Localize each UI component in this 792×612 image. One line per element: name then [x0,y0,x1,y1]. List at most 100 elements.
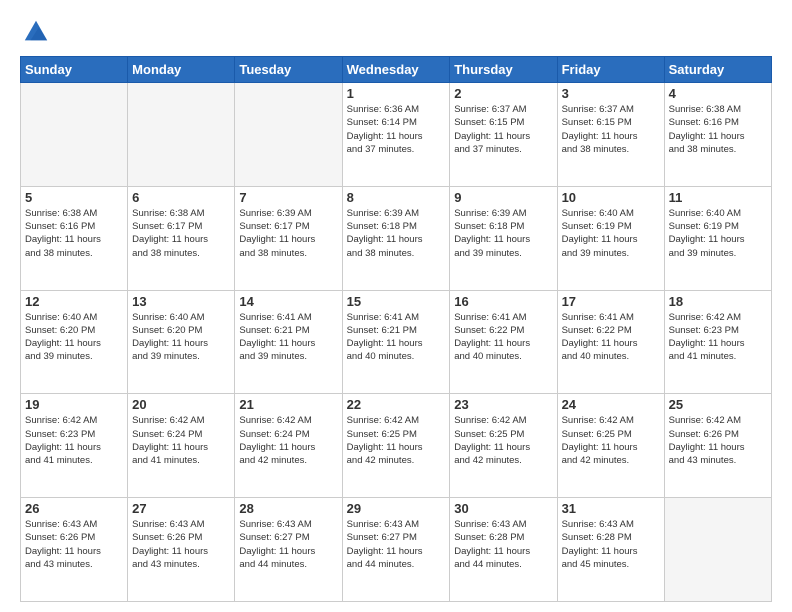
day-number: 18 [669,294,767,309]
logo-icon [22,18,50,46]
calendar-cell: 28 Sunrise: 6:43 AMSunset: 6:27 PMDayligh… [235,498,342,602]
calendar-cell: 11 Sunrise: 6:40 AMSunset: 6:19 PMDayligh… [664,186,771,290]
calendar-header-tuesday: Tuesday [235,57,342,83]
calendar-cell: 5 Sunrise: 6:38 AMSunset: 6:16 PMDaylight… [21,186,128,290]
day-number: 2 [454,86,552,101]
calendar-cell: 21 Sunrise: 6:42 AMSunset: 6:24 PMDayligh… [235,394,342,498]
day-info: Sunrise: 6:43 AMSunset: 6:27 PMDaylight:… [347,518,446,571]
calendar-cell [664,498,771,602]
day-info: Sunrise: 6:39 AMSunset: 6:17 PMDaylight:… [239,207,337,260]
calendar-table: SundayMondayTuesdayWednesdayThursdayFrid… [20,56,772,602]
day-info: Sunrise: 6:43 AMSunset: 6:26 PMDaylight:… [132,518,230,571]
day-number: 25 [669,397,767,412]
calendar-header-friday: Friday [557,57,664,83]
calendar-week-row: 1 Sunrise: 6:36 AMSunset: 6:14 PMDaylight… [21,83,772,187]
day-info: Sunrise: 6:42 AMSunset: 6:25 PMDaylight:… [562,414,660,467]
day-info: Sunrise: 6:40 AMSunset: 6:19 PMDaylight:… [562,207,660,260]
calendar-cell: 6 Sunrise: 6:38 AMSunset: 6:17 PMDaylight… [128,186,235,290]
calendar-cell [235,83,342,187]
calendar-cell: 31 Sunrise: 6:43 AMSunset: 6:28 PMDayligh… [557,498,664,602]
calendar-cell: 2 Sunrise: 6:37 AMSunset: 6:15 PMDaylight… [450,83,557,187]
day-number: 13 [132,294,230,309]
day-number: 3 [562,86,660,101]
day-number: 15 [347,294,446,309]
day-number: 19 [25,397,123,412]
calendar-header-sunday: Sunday [21,57,128,83]
calendar-cell: 12 Sunrise: 6:40 AMSunset: 6:20 PMDayligh… [21,290,128,394]
calendar-cell: 15 Sunrise: 6:41 AMSunset: 6:21 PMDayligh… [342,290,450,394]
day-info: Sunrise: 6:43 AMSunset: 6:28 PMDaylight:… [454,518,552,571]
day-number: 12 [25,294,123,309]
calendar-cell: 25 Sunrise: 6:42 AMSunset: 6:26 PMDayligh… [664,394,771,498]
day-info: Sunrise: 6:40 AMSunset: 6:20 PMDaylight:… [132,311,230,364]
day-info: Sunrise: 6:36 AMSunset: 6:14 PMDaylight:… [347,103,446,156]
day-info: Sunrise: 6:38 AMSunset: 6:16 PMDaylight:… [669,103,767,156]
day-number: 7 [239,190,337,205]
day-number: 4 [669,86,767,101]
calendar-cell: 8Sunrise: 6:39 AMSunset: 6:18 PMDaylight… [342,186,450,290]
calendar-cell: 24 Sunrise: 6:42 AMSunset: 6:25 PMDayligh… [557,394,664,498]
calendar-cell: 29 Sunrise: 6:43 AMSunset: 6:27 PMDayligh… [342,498,450,602]
day-number: 16 [454,294,552,309]
day-info: Sunrise: 6:42 AMSunset: 6:25 PMDaylight:… [454,414,552,467]
day-number: 24 [562,397,660,412]
day-info: Sunrise: 6:42 AMSunset: 6:26 PMDaylight:… [669,414,767,467]
calendar-header-saturday: Saturday [664,57,771,83]
calendar-cell: 3 Sunrise: 6:37 AMSunset: 6:15 PMDaylight… [557,83,664,187]
calendar-header-monday: Monday [128,57,235,83]
day-info: Sunrise: 6:39 AMSunset: 6:18 PMDaylight:… [454,207,552,260]
day-number: 23 [454,397,552,412]
day-number: 31 [562,501,660,516]
day-info: Sunrise: 6:41 AMSunset: 6:22 PMDaylight:… [454,311,552,364]
day-info: Sunrise: 6:39 AMSunset: 6:18 PMDaylight:… [347,207,446,260]
day-info: Sunrise: 6:38 AMSunset: 6:16 PMDaylight:… [25,207,123,260]
day-info: Sunrise: 6:41 AMSunset: 6:21 PMDaylight:… [239,311,337,364]
calendar-cell: 19 Sunrise: 6:42 AMSunset: 6:23 PMDayligh… [21,394,128,498]
day-info: Sunrise: 6:38 AMSunset: 6:17 PMDaylight:… [132,207,230,260]
calendar-cell: 17 Sunrise: 6:41 AMSunset: 6:22 PMDayligh… [557,290,664,394]
day-info: Sunrise: 6:42 AMSunset: 6:23 PMDaylight:… [669,311,767,364]
day-number: 6 [132,190,230,205]
day-info: Sunrise: 6:37 AMSunset: 6:15 PMDaylight:… [454,103,552,156]
calendar-cell [128,83,235,187]
day-number: 21 [239,397,337,412]
calendar-cell: 10Sunrise: 6:40 AMSunset: 6:19 PMDayligh… [557,186,664,290]
calendar-cell: 9Sunrise: 6:39 AMSunset: 6:18 PMDaylight… [450,186,557,290]
calendar-cell: 23 Sunrise: 6:42 AMSunset: 6:25 PMDayligh… [450,394,557,498]
day-info: Sunrise: 6:43 AMSunset: 6:28 PMDaylight:… [562,518,660,571]
day-number: 29 [347,501,446,516]
day-info: Sunrise: 6:42 AMSunset: 6:24 PMDaylight:… [239,414,337,467]
page: SundayMondayTuesdayWednesdayThursdayFrid… [0,0,792,612]
day-info: Sunrise: 6:42 AMSunset: 6:25 PMDaylight:… [347,414,446,467]
day-info: Sunrise: 6:40 AMSunset: 6:20 PMDaylight:… [25,311,123,364]
day-info: Sunrise: 6:37 AMSunset: 6:15 PMDaylight:… [562,103,660,156]
day-number: 5 [25,190,123,205]
day-info: Sunrise: 6:43 AMSunset: 6:26 PMDaylight:… [25,518,123,571]
day-number: 1 [347,86,446,101]
calendar-week-row: 5 Sunrise: 6:38 AMSunset: 6:16 PMDaylight… [21,186,772,290]
day-number: 28 [239,501,337,516]
calendar-cell [21,83,128,187]
day-number: 20 [132,397,230,412]
calendar-header-wednesday: Wednesday [342,57,450,83]
day-number: 17 [562,294,660,309]
calendar-cell: 1 Sunrise: 6:36 AMSunset: 6:14 PMDaylight… [342,83,450,187]
day-number: 30 [454,501,552,516]
day-number: 27 [132,501,230,516]
calendar-cell: 30 Sunrise: 6:43 AMSunset: 6:28 PMDayligh… [450,498,557,602]
day-number: 22 [347,397,446,412]
calendar-cell: 26Sunrise: 6:43 AMSunset: 6:26 PMDayligh… [21,498,128,602]
day-info: Sunrise: 6:42 AMSunset: 6:23 PMDaylight:… [25,414,123,467]
day-number: 11 [669,190,767,205]
calendar-week-row: 26Sunrise: 6:43 AMSunset: 6:26 PMDayligh… [21,498,772,602]
calendar-header-thursday: Thursday [450,57,557,83]
calendar-cell: 7 Sunrise: 6:39 AMSunset: 6:17 PMDaylight… [235,186,342,290]
calendar-header-row: SundayMondayTuesdayWednesdayThursdayFrid… [21,57,772,83]
calendar-week-row: 19 Sunrise: 6:42 AMSunset: 6:23 PMDayligh… [21,394,772,498]
day-info: Sunrise: 6:41 AMSunset: 6:21 PMDaylight:… [347,311,446,364]
calendar-cell: 22 Sunrise: 6:42 AMSunset: 6:25 PMDayligh… [342,394,450,498]
day-number: 14 [239,294,337,309]
day-info: Sunrise: 6:41 AMSunset: 6:22 PMDaylight:… [562,311,660,364]
day-info: Sunrise: 6:43 AMSunset: 6:27 PMDaylight:… [239,518,337,571]
day-info: Sunrise: 6:40 AMSunset: 6:19 PMDaylight:… [669,207,767,260]
